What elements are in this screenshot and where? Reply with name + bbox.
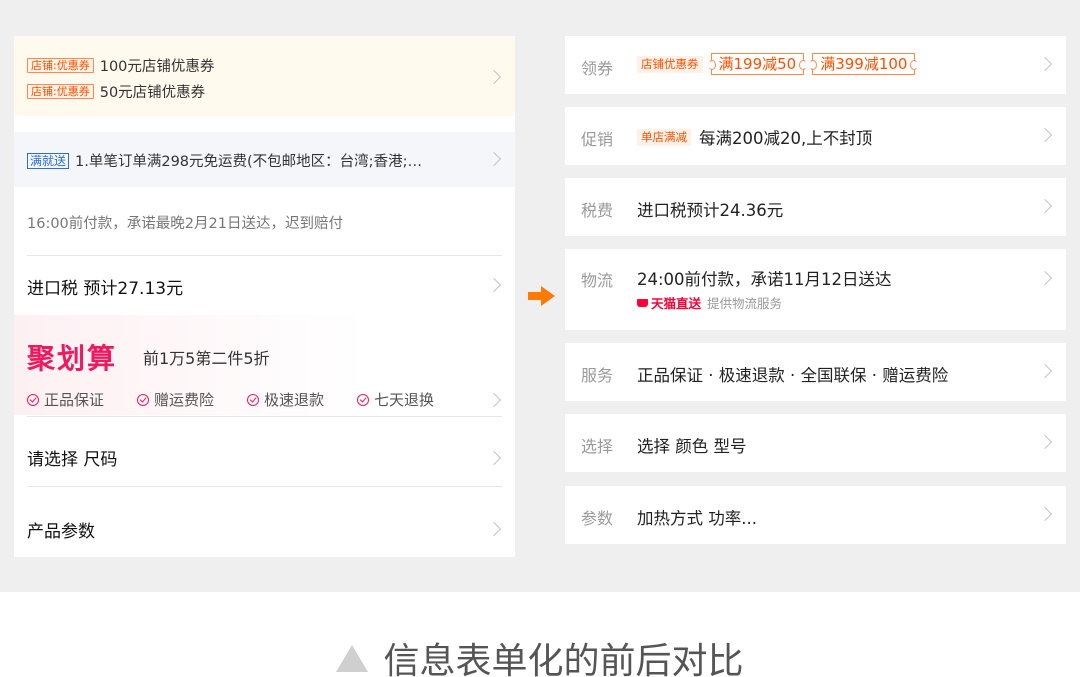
juhuasuan-promo: 前1万5第二件5折 — [143, 349, 270, 368]
coupon-item: 店铺:优惠券 100元店铺优惠券 — [27, 56, 215, 75]
params-row[interactable]: 产品参数 — [14, 487, 515, 557]
logistics-text: 24:00前付款，承诺11月12日送达 — [637, 270, 892, 289]
coupon-row[interactable]: 店铺:优惠券 100元店铺优惠券 店铺:优惠券 50元店铺优惠券 — [14, 36, 515, 116]
shipping-content: 满就送 1.单笔订单满298元免运费(不包邮地区：台湾;香港;… — [27, 150, 422, 171]
guarantee-label: 极速退款 — [264, 391, 325, 409]
shipping-text: 1.单笔订单满298元免运费(不包邮地区：台湾;香港;… — [75, 154, 422, 170]
tmall-direct: 天猫直送 提供物流服务 — [637, 293, 782, 312]
coupon-ticket[interactable]: 满399减100 — [809, 53, 919, 75]
chevron-right-icon — [486, 450, 502, 466]
check-circle-icon — [357, 393, 370, 406]
row-label: 物流 — [581, 271, 614, 290]
promo-card[interactable]: 促销 单店满减 每满200减20,上不封顶 — [565, 107, 1066, 165]
choose-card[interactable]: 选择 选择 颜色 型号 — [565, 414, 1066, 472]
shipping-row[interactable]: 满就送 1.单笔订单满298元免运费(不包邮地区：台湾;香港;… — [14, 132, 515, 187]
caption-text: 信息表单化的前后对比 — [383, 641, 744, 677]
chevron-right-icon — [486, 69, 502, 85]
check-circle-icon — [247, 393, 260, 406]
row-label: 服务 — [581, 366, 614, 385]
chevron-right-icon — [1037, 198, 1053, 214]
params-card[interactable]: 参数 加热方式 功率... — [565, 486, 1066, 544]
choose-text: 选择 颜色 型号 — [637, 437, 747, 456]
params-text: 加热方式 功率... — [637, 509, 757, 528]
row-label: 领券 — [581, 59, 614, 78]
guarantee-label: 正品保证 — [44, 391, 105, 409]
triangle-up-icon — [336, 644, 369, 672]
guarantee-item: 赠运费险 — [137, 389, 214, 410]
select-size-row[interactable]: 请选择 尺码 — [14, 417, 515, 486]
comparison-stage: 店铺:优惠券 100元店铺优惠券 店铺:优惠券 50元店铺优惠券 满就送 1.单… — [0, 0, 1080, 592]
guarantee-label: 赠运费险 — [154, 391, 215, 409]
promo-tag: 单店满减 — [637, 128, 691, 146]
coupon-text: 100元店铺优惠券 — [99, 58, 215, 75]
guarantee-list: 正品保证 赠运费险 极速退款 七天退换 — [27, 389, 467, 410]
chevron-right-icon — [486, 277, 502, 293]
delivery-text: 16:00前付款，承诺最晚2月21日送达，迟到赔付 — [27, 216, 343, 232]
coupon-card[interactable]: 领券 店铺优惠券 满199减50 满399减100 — [565, 36, 1066, 94]
guarantee-item: 极速退款 — [247, 389, 324, 410]
chevron-right-icon — [486, 392, 502, 408]
row-label: 促销 — [581, 130, 614, 149]
coupon-content: 店铺优惠券 满199减50 满399减100 — [637, 53, 923, 75]
row-label: 选择 — [581, 437, 614, 456]
select-size-text: 请选择 尺码 — [27, 450, 118, 470]
juhuasuan-logo: 聚划算 — [27, 342, 118, 375]
service-card[interactable]: 服务 正品保证 · 极速退款 · 全国联保 · 赠运费险 — [565, 343, 1066, 401]
coupon-tag: 店铺:优惠券 — [27, 57, 94, 73]
chevron-right-icon — [1037, 56, 1053, 72]
row-label: 税费 — [581, 201, 614, 220]
guarantee-item: 正品保证 — [27, 389, 104, 410]
chevron-right-icon — [1037, 127, 1053, 143]
tax-card[interactable]: 税费 进口税预计24.36元 — [565, 178, 1066, 236]
tax-row[interactable]: 进口税 预计27.13元 — [14, 256, 515, 313]
guarantee-item: 七天退换 — [357, 389, 434, 410]
tmall-brand: 天猫直送 — [637, 293, 701, 312]
chevron-right-icon — [486, 521, 502, 537]
tax-text: 进口税 预计27.13元 — [27, 279, 184, 299]
check-circle-icon — [27, 393, 39, 406]
tax-text: 进口税预计24.36元 — [637, 201, 784, 220]
coupon-tag: 店铺优惠券 — [637, 55, 703, 73]
juhuasuan-block[interactable]: 聚划算 前1万5第二件5折 正品保证 赠运费险 极速退款 七天退换 — [14, 315, 515, 415]
chevron-right-icon — [1037, 506, 1053, 522]
service-text: 正品保证 · 极速退款 · 全国联保 · 赠运费险 — [637, 366, 949, 385]
before-panel: 店铺:优惠券 100元店铺优惠券 店铺:优惠券 50元店铺优惠券 满就送 1.单… — [14, 36, 515, 557]
promo-content: 单店满减 每满200减20,上不封顶 — [637, 125, 872, 149]
coupon-tag: 店铺:优惠券 — [27, 83, 94, 99]
tmall-brand-label: 天猫直送 — [651, 296, 702, 311]
chevron-right-icon — [1037, 363, 1053, 379]
figure-caption: 信息表单化的前后对比 — [0, 632, 1080, 677]
chevron-right-icon — [1037, 270, 1053, 286]
chevron-right-icon — [1037, 434, 1053, 450]
coupon-ticket[interactable]: 满199减50 — [707, 53, 807, 75]
shipping-tag: 满就送 — [27, 152, 70, 169]
chevron-right-icon — [486, 151, 502, 167]
tmall-note: 提供物流服务 — [707, 296, 783, 311]
tmall-cat-icon — [637, 298, 648, 307]
row-label: 参数 — [581, 509, 614, 528]
params-text: 产品参数 — [27, 522, 95, 542]
guarantee-label: 七天退换 — [374, 391, 435, 409]
promo-text: 每满200减20,上不封顶 — [699, 129, 873, 148]
logistics-card[interactable]: 物流 24:00前付款，承诺11月12日送达 天猫直送 提供物流服务 — [565, 249, 1066, 330]
coupon-item: 店铺:优惠券 50元店铺优惠券 — [27, 82, 206, 101]
coupon-text: 50元店铺优惠券 — [99, 84, 206, 101]
check-circle-icon — [137, 393, 150, 406]
arrow-right-icon — [528, 286, 555, 306]
